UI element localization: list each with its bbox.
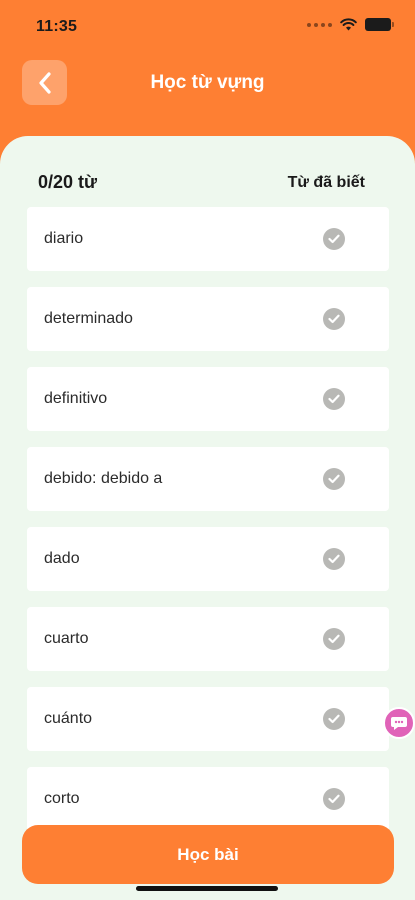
word-row[interactable]: debido: debido a (27, 447, 389, 511)
check-circle-icon[interactable] (323, 708, 345, 730)
word-text: corto (44, 790, 80, 807)
study-button[interactable]: Học bài (22, 825, 394, 884)
floating-chat-button[interactable] (383, 707, 415, 739)
word-text: diario (44, 230, 84, 247)
known-words-label: Từ đã biết (287, 173, 365, 191)
word-text: determinado (44, 310, 133, 327)
word-text: debido: debido a (44, 470, 163, 487)
word-row[interactable]: determinado (27, 287, 389, 351)
status-bar: 11:35 (0, 0, 415, 50)
word-row[interactable]: corto (27, 767, 389, 831)
check-circle-icon[interactable] (323, 388, 345, 410)
status-icons (307, 18, 394, 31)
check-circle-icon[interactable] (323, 228, 345, 250)
word-text: definitivo (44, 390, 108, 407)
signal-dots-icon (307, 22, 332, 27)
home-indicator (136, 886, 278, 891)
check-circle-icon[interactable] (323, 468, 345, 490)
word-row[interactable]: dado (27, 527, 389, 591)
content-panel: 0/20 từ Từ đã biết diario determinado defi… (0, 136, 415, 900)
word-row[interactable]: cuarto (27, 607, 389, 671)
wifi-icon (340, 18, 357, 31)
word-count: 0/20 từ (38, 172, 98, 192)
word-text: dado (44, 550, 80, 567)
chat-bubble-icon (391, 717, 407, 730)
word-row[interactable]: cuánto (27, 687, 389, 751)
check-circle-icon[interactable] (323, 548, 345, 570)
word-list: diario determinado definitivo debido: debid… (27, 207, 389, 847)
check-circle-icon[interactable] (323, 308, 345, 330)
battery-icon (365, 18, 394, 31)
header: Học từ vựng (0, 58, 415, 110)
word-row[interactable]: diario (27, 207, 389, 271)
word-text: cuánto (44, 710, 93, 727)
page-title: Học từ vựng (150, 72, 265, 93)
check-circle-icon[interactable] (323, 628, 345, 650)
list-header: 0/20 từ Từ đã biết (38, 172, 365, 193)
word-row[interactable]: definitivo (27, 367, 389, 431)
check-circle-icon[interactable] (323, 788, 345, 810)
word-text: cuarto (44, 630, 89, 647)
status-time: 11:35 (36, 18, 78, 35)
